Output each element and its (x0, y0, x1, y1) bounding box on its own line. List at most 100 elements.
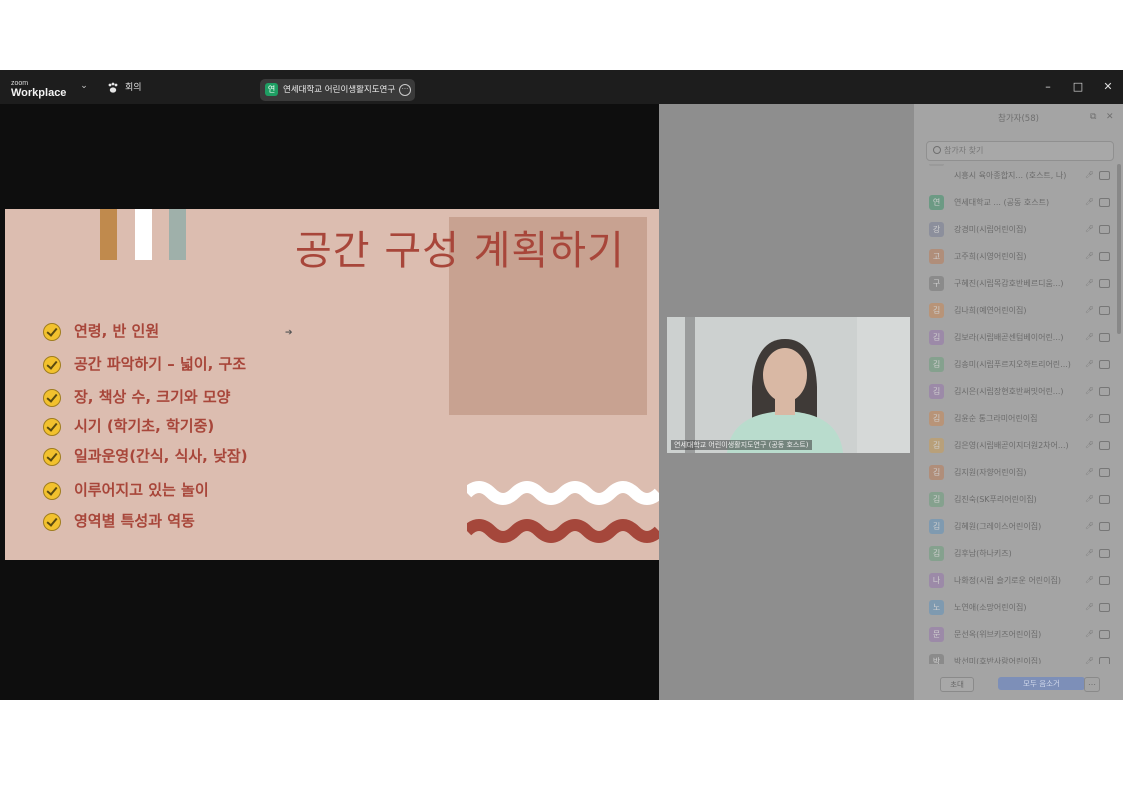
participant-row[interactable]: 김 김은영(시립배곧이지더원2차어...) 🎤︎ (914, 432, 1117, 459)
mic-muted-icon[interactable]: 🎤︎ (1085, 521, 1095, 532)
mic-muted-icon[interactable]: 🎤︎ (1085, 197, 1095, 208)
participant-row[interactable]: 김 김시은(시립장현호반써밋어린...) 🎤︎ (914, 378, 1117, 405)
participant-row[interactable]: 노 노연애(소망어린이집) 🎤︎ (914, 594, 1117, 621)
mic-muted-icon[interactable]: 🎤︎ (1085, 251, 1095, 262)
participant-row[interactable]: 구 구혜진(시립목감호반베르디움...) 🎤︎ (914, 270, 1117, 297)
participant-row[interactable]: 김 김윤순 통그라미어린이집 🎤︎ (914, 405, 1117, 432)
mic-muted-icon[interactable]: 🎤︎ (1085, 467, 1095, 478)
scrollbar[interactable] (1117, 164, 1121, 334)
maximize-button[interactable]: □ (1070, 79, 1086, 95)
meeting-name: 연세대학교 어린이생활지도연구 (283, 85, 396, 95)
participant-name: 고주희(시영어린이집) (954, 252, 1027, 261)
speaker-video-tile[interactable]: 연세대학교 어린이생활지도연구 (공동 호스트) (667, 317, 910, 453)
participant-name: 김은영(시립배곧이지더원2차어...) (954, 441, 1069, 450)
camera-off-icon[interactable] (1099, 387, 1110, 396)
participant-row[interactable]: 김 김진숙(SK푸리어린이집) 🎤︎ (914, 486, 1117, 513)
participant-row[interactable]: 김 김혜원(그레이스어린이집) 🎤︎ (914, 513, 1117, 540)
mic-muted-icon[interactable]: 🎤︎ (1085, 629, 1095, 640)
paw-icon[interactable] (107, 82, 119, 94)
mic-muted-icon[interactable]: 🎤︎ (1085, 386, 1095, 397)
meeting-badge: 연 (265, 83, 278, 96)
participant-row[interactable]: 김 김송미(시립푸르지오하트리어린...) 🎤︎ (914, 351, 1117, 378)
close-icon[interactable]: ✕ (1106, 112, 1117, 123)
camera-off-icon[interactable] (1099, 468, 1110, 477)
camera-off-icon[interactable] (1099, 279, 1110, 288)
check-icon (43, 356, 61, 374)
participant-name: 구혜진(시립목감호반베르디움...) (954, 279, 1064, 288)
mic-muted-icon[interactable]: 🎤︎ (1085, 656, 1095, 664)
participant-search-input[interactable] (944, 144, 1104, 157)
slide-wave-decoration (467, 481, 659, 543)
mic-muted-icon[interactable]: 🎤︎ (1085, 224, 1095, 235)
title-bar: zoom Workplace ⌄ 회의 연 연세대학교 어린이생활지도연구 ··… (0, 70, 1123, 104)
mic-muted-icon[interactable]: 🎤︎ (1085, 413, 1095, 424)
bullet-text: 영역별 특성과 역동 (74, 512, 195, 530)
popout-icon[interactable]: ⧉ (1090, 112, 1101, 123)
mic-muted-icon[interactable]: 🎤︎ (1085, 548, 1095, 559)
avatar: 박 (929, 654, 944, 664)
meeting-name-pill[interactable]: 연 연세대학교 어린이생활지도연구 ··· (260, 79, 415, 101)
participant-search[interactable] (926, 141, 1114, 161)
bullet-text: 장, 책상 수, 크기와 모양 (74, 388, 231, 406)
participant-row[interactable]: 시흥시 육아종합지... (호스트, 나) 🎤︎ (914, 164, 1117, 189)
video-name-caption: 연세대학교 어린이생활지도연구 (공동 호스트) (671, 440, 812, 450)
more-button[interactable]: … (1084, 677, 1100, 692)
camera-off-icon[interactable] (1099, 576, 1110, 585)
avatar: 김 (929, 384, 944, 399)
participant-row[interactable]: 나 나화정(시립 슬기로운 어린이집) 🎤︎ (914, 567, 1117, 594)
camera-off-icon[interactable] (1099, 306, 1110, 315)
slide-title: 공간 구성 계획하기 (295, 228, 625, 274)
mic-muted-icon[interactable]: 🎤︎ (1085, 305, 1095, 316)
mic-muted-icon[interactable]: 🎤︎ (1085, 170, 1095, 181)
camera-off-icon[interactable] (1099, 603, 1110, 612)
camera-off-icon[interactable] (1099, 225, 1110, 234)
camera-off-icon[interactable] (1099, 171, 1110, 180)
camera-off-icon[interactable] (1099, 657, 1110, 664)
participant-row[interactable]: 연 연세대학교 ... (공동 호스트) 🎤︎ (914, 189, 1117, 216)
avatar (929, 164, 944, 166)
participant-name: 나화정(시립 슬기로운 어린이집) (954, 576, 1062, 585)
participant-row[interactable]: 고 고주희(시영어린이집) 🎤︎ (914, 243, 1117, 270)
camera-off-icon[interactable] (1099, 495, 1110, 504)
camera-off-icon[interactable] (1099, 630, 1110, 639)
more-options-icon[interactable]: ··· (399, 84, 411, 96)
chevron-down-icon[interactable]: ⌄ (78, 79, 90, 93)
mic-muted-icon[interactable]: 🎤︎ (1085, 602, 1095, 613)
invite-button[interactable]: 초대 (940, 677, 974, 692)
camera-off-icon[interactable] (1099, 414, 1110, 423)
bullet-text: 시기 (학기초, 학기중) (74, 417, 215, 435)
participant-row[interactable]: 김 김보라(시립배곧센텀베이어린...) 🎤︎ (914, 324, 1117, 351)
participant-row[interactable]: 김 김지원(자향어린이집) 🎤︎ (914, 459, 1117, 486)
meeting-label[interactable]: 회의 (125, 83, 142, 93)
avatar: 구 (929, 276, 944, 291)
close-button[interactable]: ✕ (1100, 79, 1116, 95)
camera-off-icon[interactable] (1099, 522, 1110, 531)
mute-all-button[interactable]: 모두 음소거 (998, 677, 1085, 690)
avatar: 문 (929, 627, 944, 642)
mic-muted-icon[interactable]: 🎤︎ (1085, 278, 1095, 289)
mic-muted-icon[interactable]: 🎤︎ (1085, 440, 1095, 451)
participant-row[interactable]: 강 강경미(시립어린이집) 🎤︎ (914, 216, 1117, 243)
mic-muted-icon[interactable]: 🎤︎ (1085, 332, 1095, 343)
mic-muted-icon[interactable]: 🎤︎ (1085, 494, 1095, 505)
minimize-button[interactable]: – (1040, 79, 1056, 95)
camera-off-icon[interactable] (1099, 549, 1110, 558)
camera-off-icon[interactable] (1099, 252, 1110, 261)
avatar: 김 (929, 492, 944, 507)
camera-off-icon[interactable] (1099, 360, 1110, 369)
mic-muted-icon[interactable]: 🎤︎ (1085, 359, 1095, 370)
check-icon (43, 418, 61, 436)
mouse-pointer-icon: ➔ (285, 328, 293, 338)
bullet-text: 이루어지고 있는 놀이 (74, 481, 209, 499)
camera-off-icon[interactable] (1099, 198, 1110, 207)
search-icon (933, 146, 941, 154)
avatar: 고 (929, 249, 944, 264)
camera-off-icon[interactable] (1099, 333, 1110, 342)
participant-name: 문선옥(위브키즈어린이집) (954, 630, 1042, 639)
participant-row[interactable]: 김 김나희(예연어린이집) 🎤︎ (914, 297, 1117, 324)
participant-row[interactable]: 박 박선미(호반사랑어린이집) 🎤︎ (914, 648, 1117, 664)
participant-row[interactable]: 김 김후남(하나키즈) 🎤︎ (914, 540, 1117, 567)
mic-muted-icon[interactable]: 🎤︎ (1085, 575, 1095, 586)
camera-off-icon[interactable] (1099, 441, 1110, 450)
participant-row[interactable]: 문 문선옥(위브키즈어린이집) 🎤︎ (914, 621, 1117, 648)
